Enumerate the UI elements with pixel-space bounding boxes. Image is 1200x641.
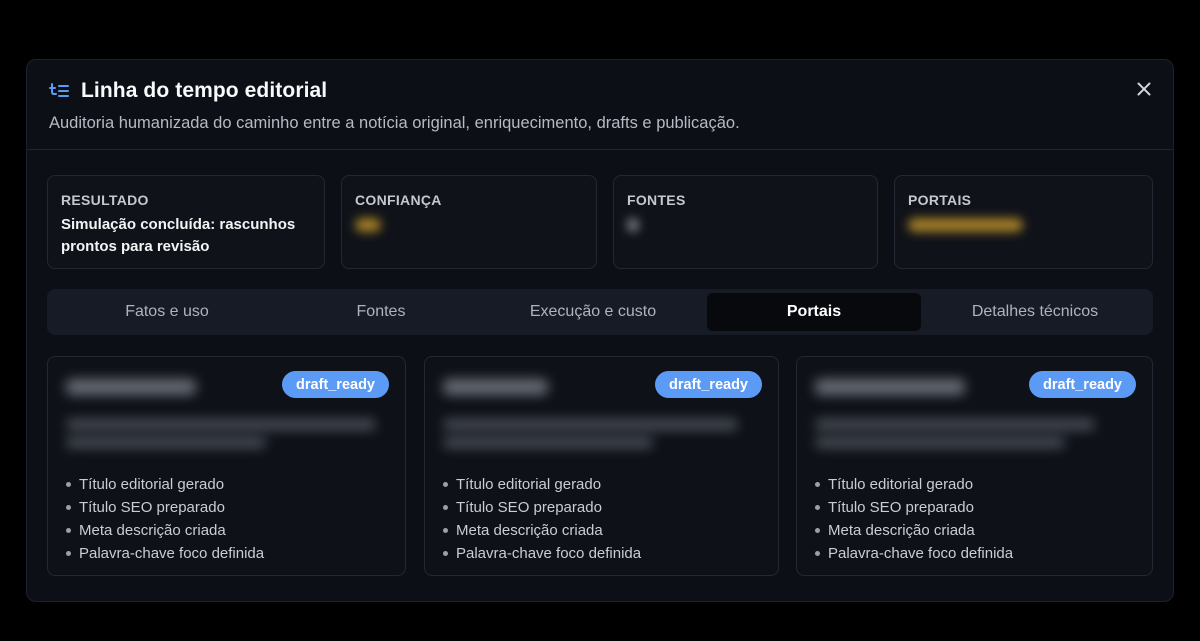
list-item: Título SEO preparado	[66, 496, 264, 519]
tab-detalhes-tecnicos[interactable]: Detalhes técnicos	[921, 293, 1149, 331]
checklist: Título editorial gerado Título SEO prepa…	[443, 473, 641, 565]
redacted-description	[66, 419, 376, 430]
list-item: Título editorial gerado	[815, 473, 1013, 496]
portal-card: draft_ready Título editorial gerado Títu…	[47, 356, 406, 576]
stat-value-resultado: Simulação concluída: rascunhos prontos p…	[61, 216, 296, 255]
stat-card-fontes: FONTES	[613, 175, 878, 269]
redacted-description	[443, 419, 738, 430]
stat-card-confianca: CONFIANÇA	[341, 175, 597, 269]
list-item: Palavra-chave foco definida	[66, 542, 264, 565]
stat-label: PORTAIS	[908, 192, 972, 208]
editorial-timeline-modal: Linha do tempo editorial Auditoria human…	[26, 59, 1174, 602]
stats-row: RESULTADO Simulação concluída: rascunhos…	[47, 175, 1153, 269]
list-item: Meta descrição criada	[66, 519, 264, 542]
list-item: Título SEO preparado	[815, 496, 1013, 519]
checklist: Título editorial gerado Título SEO prepa…	[815, 473, 1013, 565]
close-button[interactable]	[1135, 80, 1153, 98]
redacted-portal-name	[815, 379, 965, 395]
list-item: Meta descrição criada	[815, 519, 1013, 542]
list-item: Título editorial gerado	[443, 473, 641, 496]
tab-fatos-e-uso[interactable]: Fatos e uso	[51, 293, 283, 331]
timeline-list-icon	[49, 81, 69, 101]
stat-card-resultado: RESULTADO Simulação concluída: rascunhos…	[47, 175, 325, 269]
tab-bar: Fatos e uso Fontes Execução e custo Port…	[47, 289, 1153, 335]
title-row: Linha do tempo editorial	[49, 79, 327, 103]
portal-card: draft_ready Título editorial gerado Títu…	[424, 356, 779, 576]
modal-header: Linha do tempo editorial Auditoria human…	[27, 60, 1173, 150]
status-badge: draft_ready	[282, 371, 389, 398]
redacted-description	[815, 419, 1095, 430]
status-badge: draft_ready	[1029, 371, 1136, 398]
redacted-portal-name	[66, 379, 196, 395]
redacted-value	[908, 218, 1023, 232]
redacted-value	[627, 218, 639, 232]
stat-card-portais: PORTAIS	[894, 175, 1153, 269]
stat-label: FONTES	[627, 192, 686, 208]
stat-label: CONFIANÇA	[355, 192, 442, 208]
portal-card: draft_ready Título editorial gerado Títu…	[796, 356, 1153, 576]
tab-fontes[interactable]: Fontes	[283, 293, 479, 331]
redacted-description	[66, 437, 266, 448]
redacted-value	[355, 218, 381, 232]
modal-title: Linha do tempo editorial	[81, 79, 328, 102]
redacted-description	[815, 437, 1065, 448]
list-item: Título SEO preparado	[443, 496, 641, 519]
stat-label: RESULTADO	[61, 192, 149, 208]
close-icon	[1137, 82, 1151, 96]
checklist: Título editorial gerado Título SEO prepa…	[66, 473, 264, 565]
list-item: Meta descrição criada	[443, 519, 641, 542]
list-item: Palavra-chave foco definida	[443, 542, 641, 565]
portal-cards: draft_ready Título editorial gerado Títu…	[47, 356, 1153, 576]
redacted-description	[443, 437, 653, 448]
list-item: Palavra-chave foco definida	[815, 542, 1013, 565]
modal-subtitle: Auditoria humanizada do caminho entre a …	[49, 114, 740, 132]
status-badge: draft_ready	[655, 371, 762, 398]
tab-execucao-e-custo[interactable]: Execução e custo	[479, 293, 707, 331]
tab-portais[interactable]: Portais	[707, 293, 921, 331]
redacted-portal-name	[443, 379, 548, 395]
list-item: Título editorial gerado	[66, 473, 264, 496]
